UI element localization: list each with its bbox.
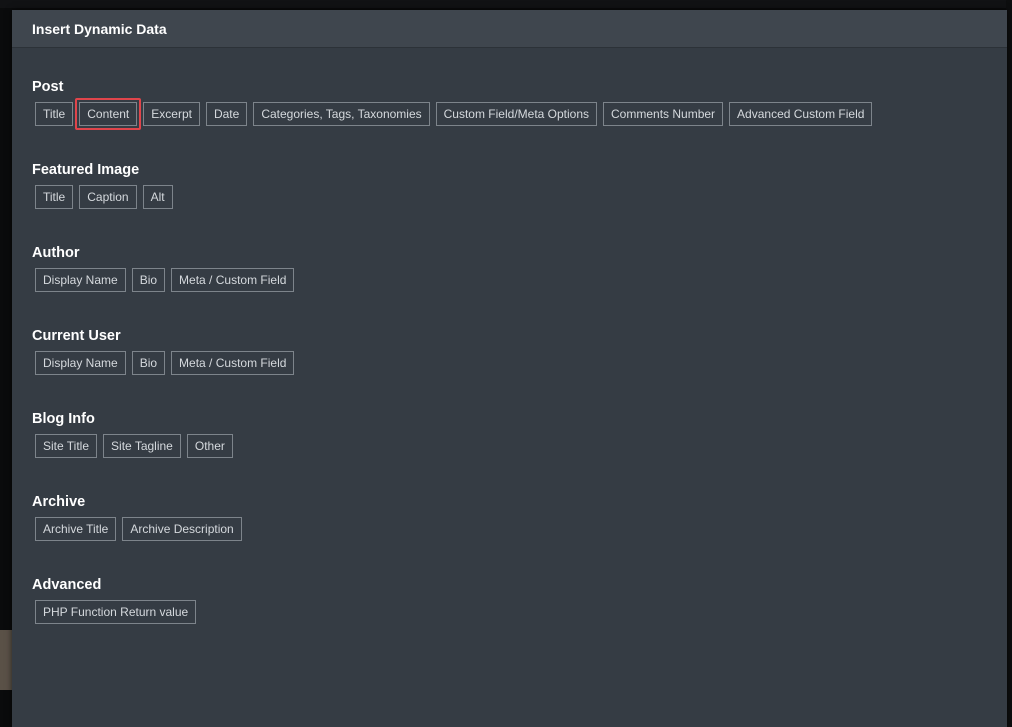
background-left-strip	[0, 630, 12, 690]
post-custom-field-button[interactable]: Custom Field/Meta Options	[435, 102, 598, 126]
group-featured-image: Featured Image Title Caption Alt	[32, 161, 987, 244]
chips-advanced: PHP Function Return value	[32, 600, 987, 624]
insert-dynamic-data-modal: Insert Dynamic Data Post Title Content E…	[12, 10, 1007, 727]
post-title-button[interactable]: Title	[35, 102, 74, 126]
chips-current-user: Display Name Bio Meta / Custom Field	[32, 351, 987, 375]
modal-body: Post Title Content Excerpt Date Categori…	[12, 48, 1007, 659]
current-user-meta-button[interactable]: Meta / Custom Field	[171, 351, 295, 375]
group-title-featured-image: Featured Image	[32, 162, 140, 178]
archive-description-button[interactable]: Archive Description	[122, 517, 242, 541]
current-user-display-name-button[interactable]: Display Name	[35, 351, 126, 375]
modal-header: Insert Dynamic Data	[12, 10, 1007, 48]
post-comments-number-button[interactable]: Comments Number	[603, 102, 724, 126]
chips-post: Title Content Excerpt Date Categories, T…	[32, 98, 987, 130]
chips-author: Display Name Bio Meta / Custom Field	[32, 268, 987, 292]
group-author: Author Display Name Bio Meta / Custom Fi…	[32, 244, 987, 327]
group-title-advanced: Advanced	[32, 577, 102, 593]
group-title-blog-info: Blog Info	[32, 411, 95, 427]
group-title-post: Post	[32, 79, 64, 95]
featured-image-title-button[interactable]: Title	[35, 185, 74, 209]
author-bio-button[interactable]: Bio	[131, 268, 166, 292]
modal-title: Insert Dynamic Data	[32, 20, 167, 37]
blog-other-button[interactable]: Other	[186, 434, 233, 458]
chips-blog-info: Site Title Site Tagline Other	[32, 434, 987, 458]
current-user-bio-button[interactable]: Bio	[131, 351, 166, 375]
group-current-user: Current User Display Name Bio Meta / Cus…	[32, 327, 987, 410]
group-title-author: Author	[32, 245, 80, 261]
php-function-return-button[interactable]: PHP Function Return value	[35, 600, 197, 624]
blog-site-title-button[interactable]: Site Title	[35, 434, 98, 458]
archive-title-button[interactable]: Archive Title	[35, 517, 117, 541]
group-title-archive: Archive	[32, 494, 86, 510]
author-meta-button[interactable]: Meta / Custom Field	[171, 268, 295, 292]
featured-image-alt-button[interactable]: Alt	[142, 185, 173, 209]
post-excerpt-button[interactable]: Excerpt	[143, 102, 200, 126]
group-title-current-user: Current User	[32, 328, 121, 344]
group-advanced: Advanced PHP Function Return value	[32, 576, 987, 659]
post-taxonomies-button[interactable]: Categories, Tags, Taxonomies	[253, 102, 430, 126]
chips-archive: Archive Title Archive Description	[32, 517, 987, 541]
post-acf-button[interactable]: Advanced Custom Field	[729, 102, 873, 126]
post-date-button[interactable]: Date	[205, 102, 248, 126]
background-top	[0, 0, 1012, 8]
post-content-button[interactable]: Content	[75, 98, 142, 130]
author-display-name-button[interactable]: Display Name	[35, 268, 126, 292]
group-post: Post Title Content Excerpt Date Categori…	[32, 78, 987, 161]
group-blog-info: Blog Info Site Title Site Tagline Other	[32, 410, 987, 493]
featured-image-caption-button[interactable]: Caption	[79, 185, 137, 209]
chips-featured-image: Title Caption Alt	[32, 185, 987, 209]
blog-site-tagline-button[interactable]: Site Tagline	[103, 434, 181, 458]
group-archive: Archive Archive Title Archive Descriptio…	[32, 493, 987, 576]
